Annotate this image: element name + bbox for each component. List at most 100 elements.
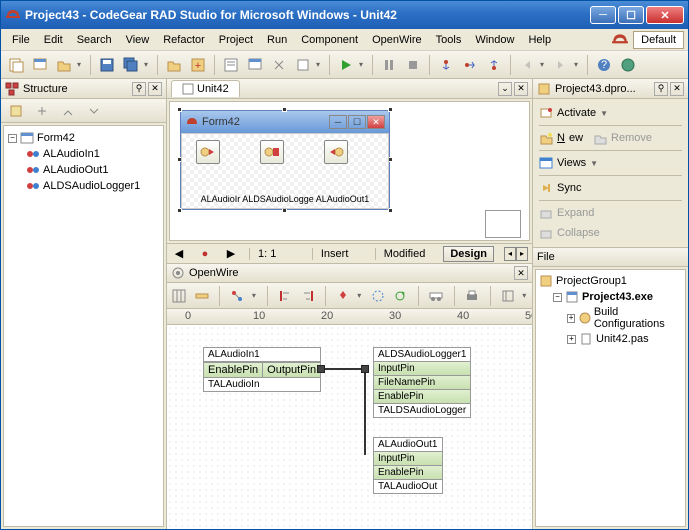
minimize-button[interactable]: ─: [590, 6, 616, 24]
ow-ruler-button[interactable]: [194, 285, 211, 307]
pin[interactable]: OutputPin: [263, 363, 320, 377]
record-icon[interactable]: ●: [197, 246, 213, 262]
menu-project[interactable]: Project: [212, 32, 260, 48]
ow-refresh-button[interactable]: [392, 285, 409, 307]
prev-view-icon[interactable]: ◂: [504, 247, 516, 261]
add-to-project-button[interactable]: +: [187, 54, 209, 76]
struct-btn3[interactable]: [57, 100, 79, 122]
tree-item[interactable]: +Unit42.pas: [539, 331, 682, 347]
ow-align-left-button[interactable]: [276, 285, 293, 307]
expand-icon[interactable]: +: [567, 335, 576, 344]
form-designer[interactable]: Form42 ─☐✕ ALAudioIr ALDSAudioLogge ALAu…: [169, 101, 530, 241]
menu-search[interactable]: Search: [70, 32, 119, 48]
struct-btn1[interactable]: [5, 100, 27, 122]
views-button[interactable]: Views ▼: [539, 153, 682, 173]
connector-junction[interactable]: [361, 365, 369, 373]
menu-view[interactable]: View: [119, 32, 157, 48]
ow-align-right-button[interactable]: [299, 285, 316, 307]
menu-help[interactable]: Help: [521, 32, 558, 48]
pin[interactable]: EnablePin: [373, 390, 471, 404]
expand-button[interactable]: Expand: [539, 203, 682, 223]
menu-edit[interactable]: Edit: [37, 32, 70, 48]
openwire-canvas[interactable]: ALAudioIn1 EnablePinOutputPin TALAudioIn…: [167, 325, 532, 529]
menu-refactor[interactable]: Refactor: [156, 32, 212, 48]
menu-tools[interactable]: Tools: [429, 32, 469, 48]
stop-button[interactable]: [402, 54, 424, 76]
designer-component[interactable]: [260, 140, 284, 164]
form-thumbnail[interactable]: [485, 210, 521, 238]
wire-node[interactable]: ALAudioOut1 InputPin EnablePin TALAudioO…: [373, 437, 443, 494]
close-panel-icon[interactable]: ✕: [670, 82, 684, 96]
web-button[interactable]: [617, 54, 639, 76]
tab-unit[interactable]: Unit42: [171, 80, 240, 97]
ow-connect-button[interactable]: [229, 285, 246, 307]
tree-item[interactable]: ALAudioIn1: [8, 146, 159, 162]
wire-node[interactable]: ALAudioIn1 EnablePinOutputPin TALAudioIn: [203, 347, 321, 392]
struct-btn2[interactable]: [31, 100, 53, 122]
struct-btn4[interactable]: [83, 100, 105, 122]
save-all-button[interactable]: [120, 54, 142, 76]
activate-button[interactable]: Activate ▼: [539, 103, 682, 123]
new-form-button[interactable]: [29, 54, 51, 76]
view-form-button[interactable]: [244, 54, 266, 76]
menu-openwire[interactable]: OpenWire: [365, 32, 429, 48]
tree-item[interactable]: ProjectGroup1: [539, 273, 682, 289]
new-items-button[interactable]: [5, 54, 27, 76]
toggle-form-unit-button[interactable]: [268, 54, 290, 76]
menu-file[interactable]: File: [5, 32, 37, 48]
ow-print-button[interactable]: [464, 285, 481, 307]
open-button[interactable]: [53, 54, 75, 76]
pause-button[interactable]: [378, 54, 400, 76]
form-window[interactable]: Form42 ─☐✕ ALAudioIr ALDSAudioLogge ALAu…: [180, 110, 390, 210]
forward-button[interactable]: [550, 54, 572, 76]
next-view-icon[interactable]: ▸: [516, 247, 528, 261]
close-panel-icon[interactable]: ✕: [148, 82, 162, 96]
open-project-button[interactable]: [163, 54, 185, 76]
pin[interactable]: EnablePin: [204, 363, 263, 377]
menu-window[interactable]: Window: [468, 32, 521, 48]
ow-node-button[interactable]: [335, 285, 352, 307]
tree-item[interactable]: ALAudioOut1: [8, 162, 159, 178]
ow-close-icon[interactable]: ✕: [514, 266, 528, 280]
help-button[interactable]: ?: [593, 54, 615, 76]
run-button[interactable]: [335, 54, 357, 76]
tree-item[interactable]: ALDSAudioLogger1: [8, 178, 159, 194]
connector[interactable]: [317, 365, 325, 373]
expand-icon[interactable]: +: [567, 314, 575, 323]
back-button[interactable]: [516, 54, 538, 76]
pin-icon[interactable]: ⚲: [132, 82, 146, 96]
view-unit-button[interactable]: [220, 54, 242, 76]
ow-zoom-button[interactable]: [499, 285, 516, 307]
menu-component[interactable]: Component: [294, 32, 365, 48]
new-button[interactable]: NNewew: [539, 128, 583, 148]
designer-component[interactable]: [196, 140, 220, 164]
wire-node[interactable]: ALDSAudioLogger1 InputPin FileNamePin En…: [373, 347, 471, 418]
collapse-button[interactable]: Collapse: [539, 223, 682, 243]
new-module-button[interactable]: [292, 54, 314, 76]
menu-run[interactable]: Run: [260, 32, 294, 48]
tree-root[interactable]: − Form42: [8, 130, 159, 146]
run-until-return-button[interactable]: [483, 54, 505, 76]
tab-menu-icon[interactable]: ⌄: [498, 82, 512, 96]
pin[interactable]: FileNamePin: [373, 376, 471, 390]
remove-button[interactable]: Remove: [593, 128, 652, 148]
designer-component[interactable]: [324, 140, 348, 164]
collapse-icon[interactable]: −: [553, 293, 562, 302]
first-icon[interactable]: ◀: [171, 246, 187, 262]
tab-close-icon[interactable]: ✕: [514, 82, 528, 96]
pin[interactable]: EnablePin: [373, 466, 443, 480]
pin[interactable]: InputPin: [373, 362, 471, 376]
tree-item[interactable]: −Project43.exe: [539, 289, 682, 305]
close-button[interactable]: ✕: [646, 6, 684, 24]
ow-grid-button[interactable]: [171, 285, 188, 307]
design-tab[interactable]: Design: [443, 246, 494, 262]
step-over-button[interactable]: [459, 54, 481, 76]
pin[interactable]: InputPin: [373, 452, 443, 466]
tree-item[interactable]: +Build Configurations: [539, 305, 682, 331]
sync-button[interactable]: Sync: [539, 178, 682, 198]
layout-selector[interactable]: Default: [633, 31, 684, 49]
pin-icon[interactable]: ⚲: [654, 82, 668, 96]
ow-car-button[interactable]: [427, 285, 445, 307]
maximize-button[interactable]: ☐: [618, 6, 644, 24]
last-icon[interactable]: ▶: [223, 246, 239, 262]
